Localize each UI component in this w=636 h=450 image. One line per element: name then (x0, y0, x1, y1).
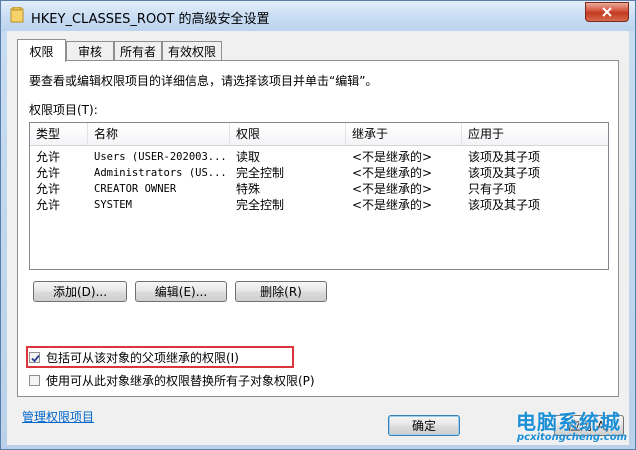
remove-button[interactable]: 删除(R) (235, 281, 327, 302)
table-row[interactable]: 允许 CREATOR OWNER 特殊 <不是继承的> 只有子项 (30, 181, 608, 197)
dialog-window: HKEY_CLASSES_ROOT 的高级安全设置 权限 审核 所有者 有效权限… (0, 0, 636, 450)
ok-button[interactable]: 确定 (388, 415, 460, 436)
add-button[interactable]: 添加(D)... (33, 281, 127, 302)
replace-child-permissions-checkbox[interactable] (29, 374, 40, 386)
include-inheritable-checkbox[interactable] (29, 351, 40, 363)
list-header: 类型 名称 权限 继承于 应用于 (30, 123, 608, 146)
permission-entries-list[interactable]: 类型 名称 权限 继承于 应用于 允许 Users (USER-202003..… (29, 122, 609, 270)
edit-button[interactable]: 编辑(E)... (135, 281, 227, 302)
column-header-permission[interactable]: 权限 (230, 123, 346, 145)
permission-entries-label: 权限项目(T): (29, 103, 98, 117)
apply-button[interactable]: 应用(A) (554, 415, 624, 436)
table-row[interactable]: 允许 SYSTEM 完全控制 <不是继承的> 该项及其子项 (30, 197, 608, 213)
title-bar[interactable]: HKEY_CLASSES_ROOT 的高级安全设置 (1, 1, 635, 31)
column-header-inherited-from[interactable]: 继承于 (346, 123, 462, 145)
checkmark-icon (31, 354, 40, 362)
intro-text: 要查看或编辑权限项目的详细信息，请选择该项目并单击“编辑”。 (29, 74, 378, 88)
include-inheritable-label: 包括可从该对象的父项继承的权限(I) (46, 350, 239, 365)
tab-effective-permissions[interactable]: 有效权限 (162, 41, 222, 60)
permissions-panel: 要查看或编辑权限项目的详细信息，请选择该项目并单击“编辑”。 权限项目(T): … (17, 60, 619, 397)
column-header-name[interactable]: 名称 (88, 123, 230, 145)
close-icon (602, 7, 612, 17)
replace-child-permissions-label: 使用可从此对象继承的权限替换所有子对象权限(P) (46, 373, 315, 388)
include-inheritable-checkbox-row[interactable]: 包括可从该对象的父项继承的权限(I) (29, 349, 239, 365)
tab-owner[interactable]: 所有者 (114, 41, 162, 60)
table-row[interactable]: 允许 Users (USER-202003... 读取 <不是继承的> 该项及其… (30, 149, 608, 165)
window-title: HKEY_CLASSES_ROOT 的高级安全设置 (31, 12, 270, 27)
dialog-client-area: 权限 审核 所有者 有效权限 要查看或编辑权限项目的详细信息，请选择该项目并单击… (7, 31, 629, 445)
table-row[interactable]: 允许 Administrators (US... 完全控制 <不是继承的> 该项… (30, 165, 608, 181)
column-header-type[interactable]: 类型 (30, 123, 88, 145)
close-button[interactable] (585, 2, 629, 22)
tab-permissions[interactable]: 权限 (17, 39, 66, 62)
column-header-applies-to[interactable]: 应用于 (462, 123, 608, 145)
folder-key-icon (10, 7, 24, 23)
replace-child-permissions-checkbox-row[interactable]: 使用可从此对象继承的权限替换所有子对象权限(P) (29, 372, 315, 388)
tab-auditing[interactable]: 审核 (66, 41, 114, 60)
manage-permission-entries-link[interactable]: 管理权限项目 (22, 408, 94, 425)
